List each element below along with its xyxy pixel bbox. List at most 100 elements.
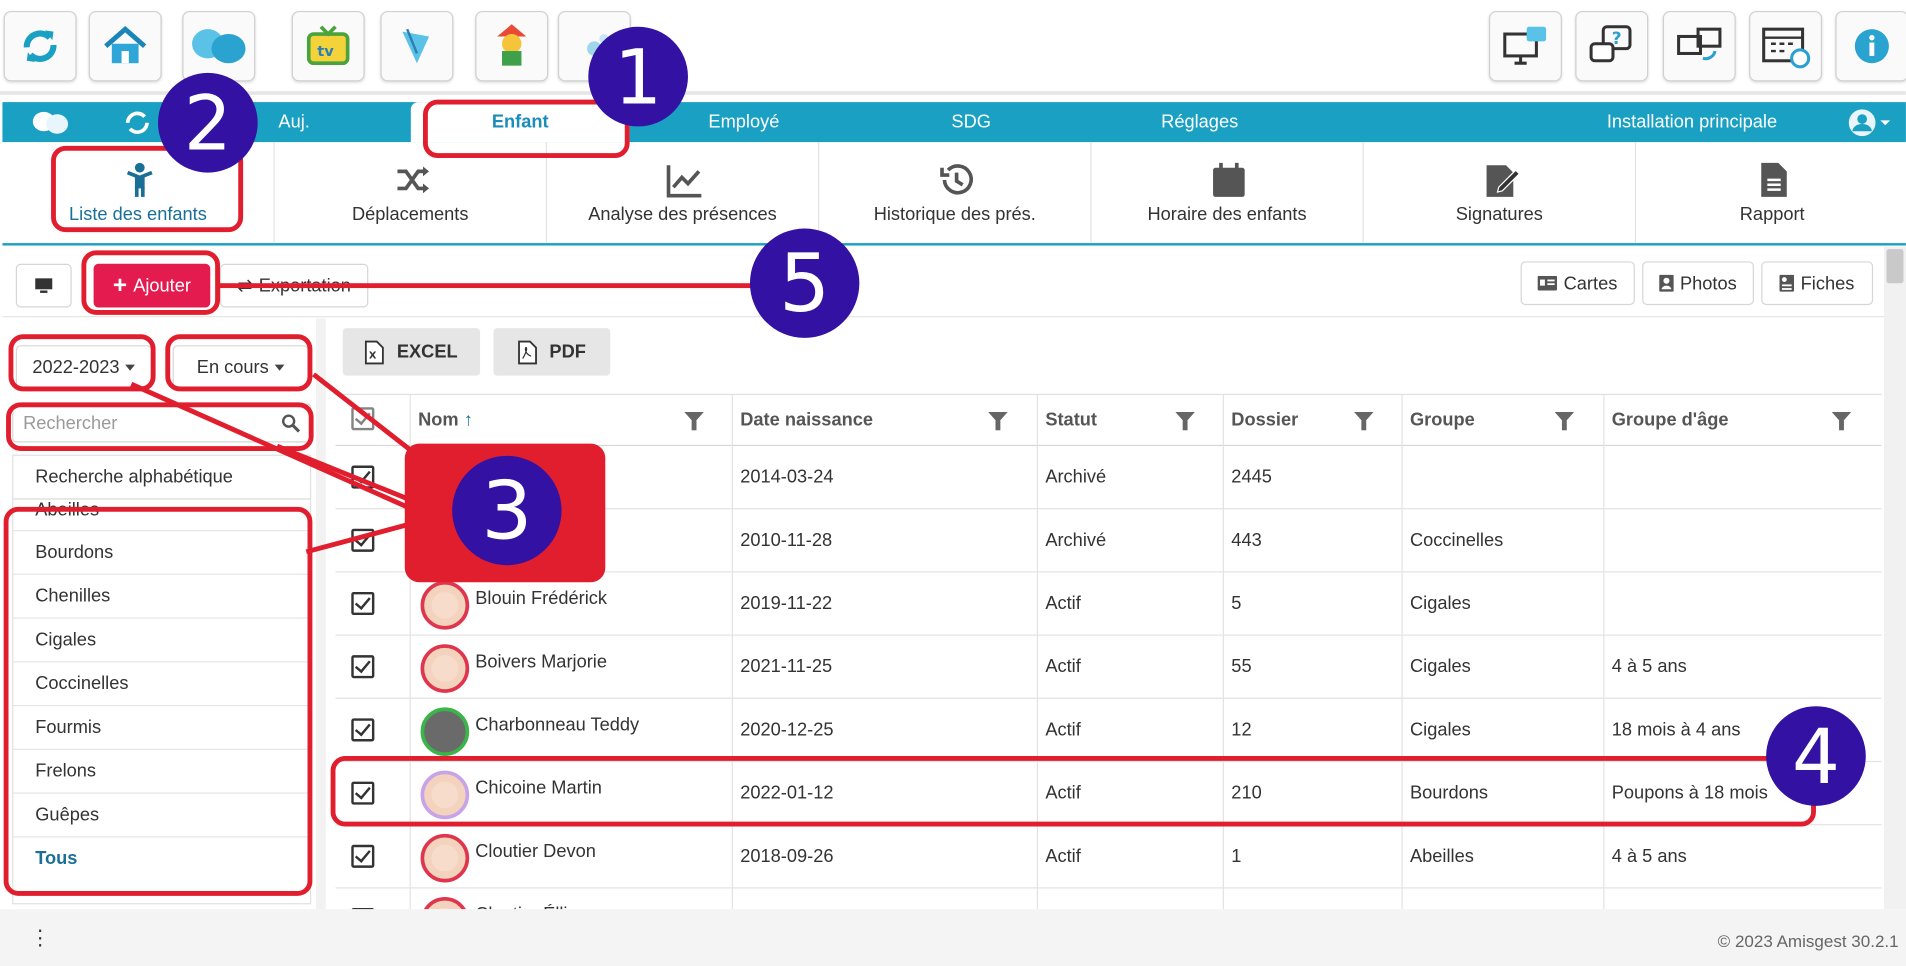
tv-app-button[interactable]: tv	[291, 10, 365, 82]
row-checkbox[interactable]	[351, 591, 375, 616]
filter-icon[interactable]	[988, 412, 1008, 431]
trend-chart-icon	[666, 165, 702, 198]
row-select-cell	[335, 572, 411, 636]
row-select-cell	[335, 698, 411, 763]
excel-export-button[interactable]: X EXCEL	[342, 328, 481, 376]
nav-refresh[interactable]	[119, 102, 155, 142]
more-vertical-icon[interactable]: · · ·	[36, 919, 43, 955]
name-cell[interactable]: Boivers Marjorie	[411, 635, 733, 699]
installation-selector[interactable]: Installation principale	[1570, 102, 1813, 142]
nav-child[interactable]: Enfant	[410, 102, 630, 143]
excel-file-icon: X	[365, 340, 385, 364]
file-sheet-icon	[1779, 274, 1795, 292]
nav-settings[interactable]: Réglages	[1133, 102, 1267, 142]
file-cell: 5	[1224, 572, 1403, 636]
scrollbar-thumb[interactable]	[1886, 249, 1904, 284]
subnav-child-schedule[interactable]: Horaire des enfants	[1092, 142, 1364, 244]
calendar-clock-icon	[1762, 27, 1811, 69]
cards-button[interactable]: Cartes	[1520, 261, 1635, 306]
info-button[interactable]	[1835, 10, 1906, 82]
user-menu[interactable]	[1838, 102, 1899, 142]
table-row[interactable]: Boivers Marjorie 2021-11-25 Actif 55 Cigales…	[335, 635, 1882, 699]
col-file[interactable]: Dossier	[1224, 395, 1403, 447]
name-cell[interactable]: Cloutier Devon	[411, 825, 733, 889]
row-checkbox[interactable]	[351, 718, 375, 742]
app-root: tv ? Auj. Enfant Employé SDG Réglages In…	[0, 0, 1906, 966]
page-scrollbar[interactable]	[1884, 246, 1906, 910]
home-button[interactable]	[88, 10, 162, 82]
clown-app-button[interactable]	[475, 10, 549, 82]
filter-icon[interactable]	[1554, 412, 1575, 431]
child-name: Boivers Marjorie	[475, 651, 607, 673]
refresh-button[interactable]	[3, 10, 77, 82]
name-cell[interactable]: Chicoine Martin	[411, 762, 733, 826]
sheets-button[interactable]: Fiches	[1761, 261, 1874, 306]
butterfly-app-button[interactable]	[380, 10, 454, 82]
group-cell: Cigales	[1403, 698, 1605, 763]
alphabetical-search-item[interactable]: Recherche alphabétique	[13, 456, 310, 500]
group-item[interactable]: Frelons	[13, 750, 310, 794]
group-item[interactable]: Fourmis	[13, 706, 310, 750]
subnav-signatures[interactable]: Signatures	[1364, 142, 1637, 244]
group-item[interactable]: Chenilles	[13, 575, 310, 619]
pdf-label: PDF	[549, 341, 586, 363]
subnav-report[interactable]: Rapport	[1636, 142, 1906, 243]
col-group[interactable]: Groupe	[1403, 395, 1605, 447]
file-cell: 210	[1224, 762, 1403, 826]
chevron-down-icon	[274, 364, 285, 371]
table-row[interactable]: Cloutier Devon 2018-09-26 Actif 1 Abeilles 4 …	[335, 825, 1882, 889]
group-item-all[interactable]: Tous	[13, 837, 310, 881]
group-item[interactable]: Coccinelles	[13, 662, 310, 707]
photos-button[interactable]: Photos	[1642, 261, 1754, 306]
group-item[interactable]: Bourdons	[13, 531, 310, 575]
row-checkbox[interactable]	[351, 655, 375, 679]
row-checkbox[interactable]	[351, 844, 375, 868]
table-row[interactable]: Cloutier Éllie	[335, 888, 1881, 910]
row-checkbox[interactable]	[351, 781, 375, 805]
name-cell[interactable]: Charbonneau Teddy	[411, 698, 733, 763]
subnav-label: Rapport	[1739, 204, 1805, 225]
help-button[interactable]: ?	[1575, 10, 1649, 82]
nav-sdg[interactable]: SDG	[910, 102, 1032, 142]
amisgest-logo-icon	[32, 111, 69, 134]
age-cell	[1604, 573, 1881, 636]
amisgest-app-button[interactable]	[182, 10, 256, 82]
group-item[interactable]: Cigales	[13, 619, 310, 663]
document-icon	[1761, 162, 1787, 197]
col-file-label: Dossier	[1231, 409, 1299, 431]
col-status[interactable]: Statut	[1038, 395, 1225, 447]
training-button[interactable]	[1488, 10, 1562, 82]
search-input[interactable]: Rechercher	[12, 403, 312, 443]
file-cell: 12	[1224, 698, 1403, 763]
pdf-export-button[interactable]: PDF	[493, 328, 611, 376]
subnav-attendance-history[interactable]: Historique des prés.	[819, 142, 1092, 244]
nav-home-logo[interactable]	[27, 102, 76, 142]
tv-icon: tv	[306, 25, 350, 66]
table-row[interactable]: Charbonneau Teddy 2020-12-25 Actif 12 Cigale…	[335, 698, 1882, 763]
schedule-button[interactable]	[1749, 10, 1823, 82]
add-child-button[interactable]: + Ajouter	[93, 263, 211, 308]
group-item[interactable]: Guêpes	[13, 794, 310, 838]
subnav-movements[interactable]: Déplacements	[275, 142, 547, 244]
calendar-icon	[1213, 162, 1245, 197]
nav-employee[interactable]: Employé	[653, 102, 835, 142]
subnav-attendance-analysis[interactable]: Analyse des présences	[547, 142, 820, 244]
name-cell[interactable]: Cloutier Éllie	[411, 888, 733, 910]
pdf-file-icon	[518, 340, 537, 364]
col-age-group[interactable]: Groupe d'âge	[1604, 395, 1881, 446]
annotation-badge-4: 4	[1766, 706, 1866, 806]
col-name[interactable]: Nom ↑	[411, 395, 733, 447]
filter-icon[interactable]	[684, 412, 704, 431]
annotation-badge-3: 3	[452, 455, 562, 566]
display-mode-button[interactable]	[15, 263, 72, 308]
col-birthdate[interactable]: Date naissance	[733, 395, 1039, 447]
filter-icon[interactable]	[1175, 412, 1195, 431]
filter-icon[interactable]	[1354, 412, 1374, 431]
sync-screens-button[interactable]	[1662, 10, 1736, 82]
nav-today[interactable]: Auj.	[258, 102, 331, 142]
group-item[interactable]: Abeilles	[13, 500, 310, 532]
table-row[interactable]: Chicoine Martin 2022-01-12 Actif 210 Bourdon…	[335, 762, 1882, 826]
filter-icon[interactable]	[1831, 412, 1852, 431]
status-selector[interactable]: En cours	[172, 345, 309, 389]
svg-text:X: X	[369, 350, 377, 361]
